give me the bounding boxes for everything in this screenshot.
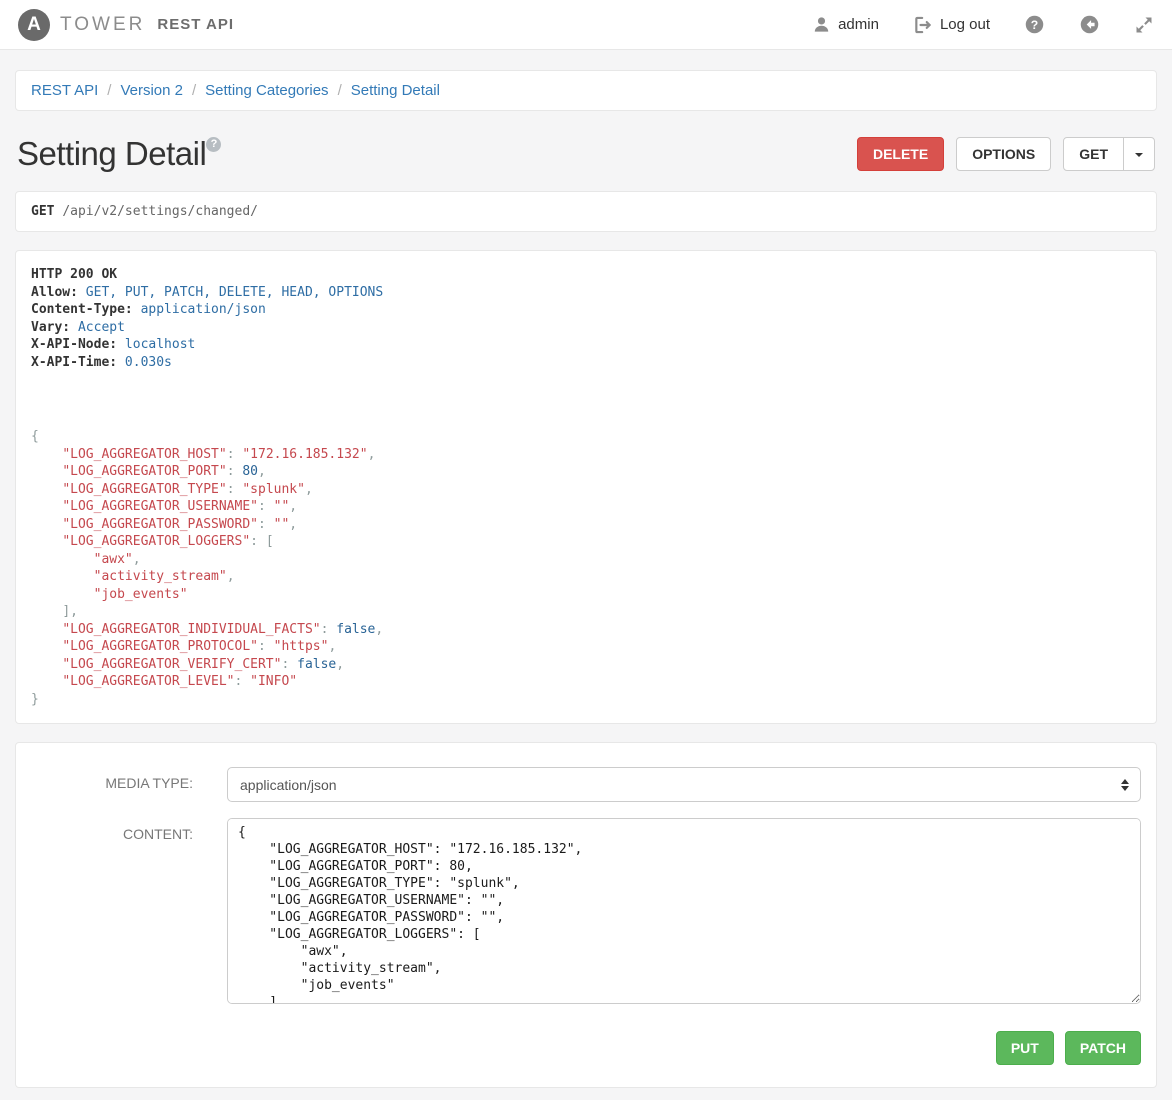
breadcrumb-link[interactable]: REST API [31,82,98,99]
brand[interactable]: A TOWER REST API [18,9,234,41]
navbar: A TOWER REST API admin Log out ? [0,0,1172,50]
response-body-line: ], [31,603,1141,621]
toolbar: DELETE OPTIONS GET [857,137,1155,171]
response-body-line: "awx", [31,551,1141,569]
request-path: /api/v2/settings/changed/ [62,204,258,219]
breadcrumb-separator: / [329,82,351,99]
response-body-line: "LOG_AGGREGATOR_PORT": 80, [31,463,1141,481]
response-body-line: "LOG_AGGREGATOR_LOGGERS": [ [31,533,1141,551]
page-title: Setting Detail? [17,135,221,173]
username-label: admin [838,16,879,33]
response-body-line: "LOG_AGGREGATOR_INDIVIDUAL_FACTS": false… [31,621,1141,639]
response-headers: HTTP 200 OKAllow: GET, PUT, PATCH, DELET… [31,266,1141,371]
content-label: CONTENT: [31,818,227,1009]
logout-icon [913,15,933,35]
response-body-line: "LOG_AGGREGATOR_PROTOCOL": "https", [31,638,1141,656]
response-body-line: "LOG_AGGREGATOR_VERIFY_CERT": false, [31,656,1141,674]
response-body-line: "LOG_AGGREGATOR_TYPE": "splunk", [31,481,1141,499]
content-form: MEDIA TYPE: application/json CONTENT: { … [15,742,1157,1088]
get-button[interactable]: GET [1063,137,1124,171]
ansible-logo-icon: A [18,9,50,41]
options-button[interactable]: OPTIONS [956,137,1051,171]
request-method: GET [31,204,54,219]
breadcrumb-separator: / [183,82,205,99]
response-body-line: "job_events" [31,586,1141,604]
breadcrumb-link[interactable]: Setting Detail [351,82,440,99]
content-textarea[interactable]: { "LOG_AGGREGATOR_HOST": "172.16.185.132… [227,818,1141,1004]
back-arrow-icon [1079,14,1100,35]
media-type-label: MEDIA TYPE: [31,767,227,802]
response-header-line: Content-Type: application/json [31,301,1141,319]
back-button[interactable] [1079,14,1100,35]
user-menu: admin [812,15,879,34]
expand-button[interactable] [1134,15,1154,35]
brand-tower-label: TOWER [60,14,145,36]
request-line: GET /api/v2/settings/changed/ [15,191,1157,232]
response-body: { "LOG_AGGREGATOR_HOST": "172.16.185.132… [31,428,1141,708]
response-body-line: "LOG_AGGREGATOR_PASSWORD": "", [31,516,1141,534]
caret-down-icon [1135,153,1143,157]
logout-label: Log out [940,16,990,33]
response-panel: HTTP 200 OKAllow: GET, PUT, PATCH, DELET… [15,250,1157,724]
patch-button[interactable]: PATCH [1065,1031,1141,1065]
get-dropdown-button[interactable] [1123,137,1155,171]
logout-button[interactable]: Log out [913,15,990,35]
navbar-right: admin Log out ? [812,14,1154,35]
response-header-line: Vary: Accept [31,319,1141,337]
help-button[interactable]: ? [1024,14,1045,35]
response-body-line: { [31,428,1141,446]
help-icon: ? [1024,14,1045,35]
response-status: HTTP 200 OK [31,266,1141,284]
response-body-line: "LOG_AGGREGATOR_HOST": "172.16.185.132", [31,446,1141,464]
media-type-select[interactable]: application/json [227,767,1141,802]
breadcrumb-link[interactable]: Setting Categories [205,82,328,99]
breadcrumb-separator: / [98,82,120,99]
breadcrumb-link[interactable]: Version 2 [120,82,183,99]
response-body-line: "activity_stream", [31,568,1141,586]
response-header-line: X-API-Time: 0.030s [31,354,1141,372]
user-icon [812,15,831,34]
svg-text:?: ? [1031,18,1038,32]
response-body-line: "LOG_AGGREGATOR_USERNAME": "", [31,498,1141,516]
delete-button[interactable]: DELETE [857,137,944,171]
response-body-line: "LOG_AGGREGATOR_LEVEL": "INFO" [31,673,1141,691]
title-help-icon[interactable]: ? [206,137,221,152]
response-header-line: Allow: GET, PUT, PATCH, DELETE, HEAD, OP… [31,284,1141,302]
expand-icon [1134,15,1154,35]
response-body-line: } [31,691,1141,709]
get-button-group: GET [1063,137,1155,171]
brand-rest-api-label: REST API [157,16,234,33]
put-button[interactable]: PUT [996,1031,1054,1065]
response-header-line: X-API-Node: localhost [31,336,1141,354]
breadcrumb: REST API/Version 2/Setting Categories/Se… [31,82,1141,99]
